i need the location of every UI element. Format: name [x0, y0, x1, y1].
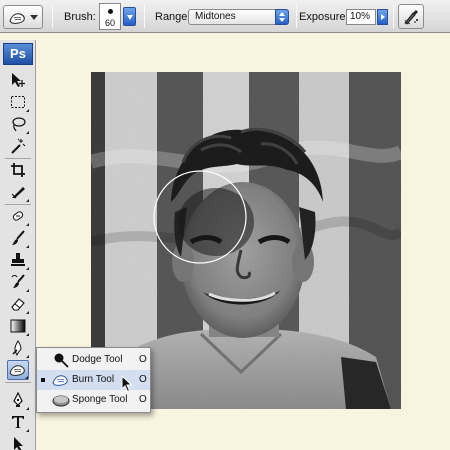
slice-tool[interactable] [7, 182, 29, 202]
menu-item-shortcut: O [139, 354, 147, 365]
toning-tools-flyout: Dodge Tool O Burn Tool O Sponge Tool O [36, 347, 151, 413]
history-brush-icon [11, 274, 25, 288]
toolbox-divider [5, 158, 31, 159]
selected-marker-icon [41, 378, 45, 382]
magic-wand-icon [11, 138, 26, 154]
slice-tool-icon [11, 187, 25, 199]
blur-tool-icon [12, 340, 22, 356]
chevron-down-icon [30, 15, 38, 20]
exposure-input[interactable]: 10% [346, 9, 376, 25]
burn-tool[interactable] [7, 360, 29, 380]
menu-item-shortcut: O [139, 394, 147, 405]
menu-item-sponge-tool[interactable]: Sponge Tool O [37, 390, 150, 410]
submenu-indicator-icon [25, 376, 28, 379]
mouse-pointer-icon [121, 375, 133, 393]
history-brush-tool[interactable] [7, 272, 29, 292]
submenu-indicator-icon [26, 199, 29, 202]
photoshop-logo[interactable]: Ps [3, 43, 33, 65]
menu-item-shortcut: O [139, 374, 147, 385]
magic-wand-tool[interactable] [7, 136, 29, 156]
clone-stamp-tool[interactable] [7, 250, 29, 270]
range-select[interactable]: Midtones [188, 9, 289, 25]
healing-brush-tool[interactable] [7, 206, 29, 226]
tool-preset-picker[interactable] [3, 5, 43, 29]
move-tool[interactable] [7, 70, 29, 90]
type-tool[interactable] [7, 412, 29, 432]
burn-tool-icon [52, 375, 68, 386]
brush-tool[interactable] [7, 228, 29, 248]
burn-hand-icon [9, 13, 25, 24]
brush-label: Brush: [64, 11, 96, 23]
submenu-indicator-icon [26, 223, 29, 226]
range-value: Midtones [195, 11, 236, 22]
dodge-tool-icon [54, 353, 69, 368]
menu-item-dodge-tool[interactable]: Dodge Tool O [37, 350, 150, 370]
path-selection-tool[interactable] [7, 434, 29, 450]
submenu-indicator-icon [26, 429, 29, 432]
type-tool-icon [12, 416, 24, 428]
brush-preview[interactable]: 60 [99, 3, 121, 30]
brush-size: 60 [104, 18, 115, 28]
pen-tool[interactable] [7, 390, 29, 410]
brush-tool-icon [12, 230, 25, 245]
divider [393, 5, 394, 28]
menu-item-burn-tool[interactable]: Burn Tool O [37, 370, 150, 390]
airbrush-button[interactable] [398, 4, 424, 29]
marquee-tool-icon [11, 96, 25, 108]
submenu-indicator-icon [26, 311, 29, 314]
gradient-icon [10, 319, 26, 333]
eraser-icon [11, 298, 25, 311]
burn-tool-icon [9, 365, 25, 376]
submenu-indicator-icon [26, 333, 29, 336]
healing-brush-icon [12, 211, 24, 221]
lasso-tool-icon [12, 117, 26, 132]
menu-item-label: Dodge Tool [72, 354, 123, 365]
crop-tool-icon [11, 163, 25, 177]
crop-tool[interactable] [7, 160, 29, 180]
exposure-label: Exposure: [299, 11, 349, 23]
brush-tip-icon [108, 9, 113, 14]
submenu-indicator-icon [26, 267, 29, 270]
clone-stamp-icon [11, 253, 25, 266]
submenu-indicator-icon [26, 245, 29, 248]
exposure-slider-button[interactable] [377, 9, 388, 25]
gradient-tool[interactable] [7, 316, 29, 336]
menu-item-label: Sponge Tool [72, 394, 128, 405]
submenu-indicator-icon [26, 109, 29, 112]
eraser-tool[interactable] [7, 294, 29, 314]
menu-item-label: Burn Tool [72, 374, 115, 385]
divider [52, 5, 53, 28]
blur-tool[interactable] [7, 338, 29, 358]
toolbox-divider [5, 204, 31, 205]
submenu-indicator-icon [26, 289, 29, 292]
divider [296, 5, 297, 28]
options-bar: Brush: 60 Range: Midtones Exposure: 10% [0, 0, 450, 33]
path-selection-icon [14, 437, 23, 450]
toolbox: Ps [0, 40, 36, 450]
range-label: Range: [155, 11, 191, 23]
toolbox-divider [5, 382, 31, 383]
marquee-tool[interactable] [7, 92, 29, 112]
select-arrows-icon [275, 9, 289, 25]
submenu-indicator-icon [26, 355, 29, 358]
airbrush-icon [404, 10, 418, 25]
sponge-tool-icon [52, 395, 70, 407]
brush-dropdown-button[interactable] [123, 7, 136, 26]
lasso-tool[interactable] [7, 114, 29, 134]
submenu-indicator-icon [26, 407, 29, 410]
pen-tool-icon [13, 392, 23, 407]
move-tool-icon [12, 73, 25, 87]
divider [144, 5, 145, 28]
submenu-indicator-icon [26, 131, 29, 134]
